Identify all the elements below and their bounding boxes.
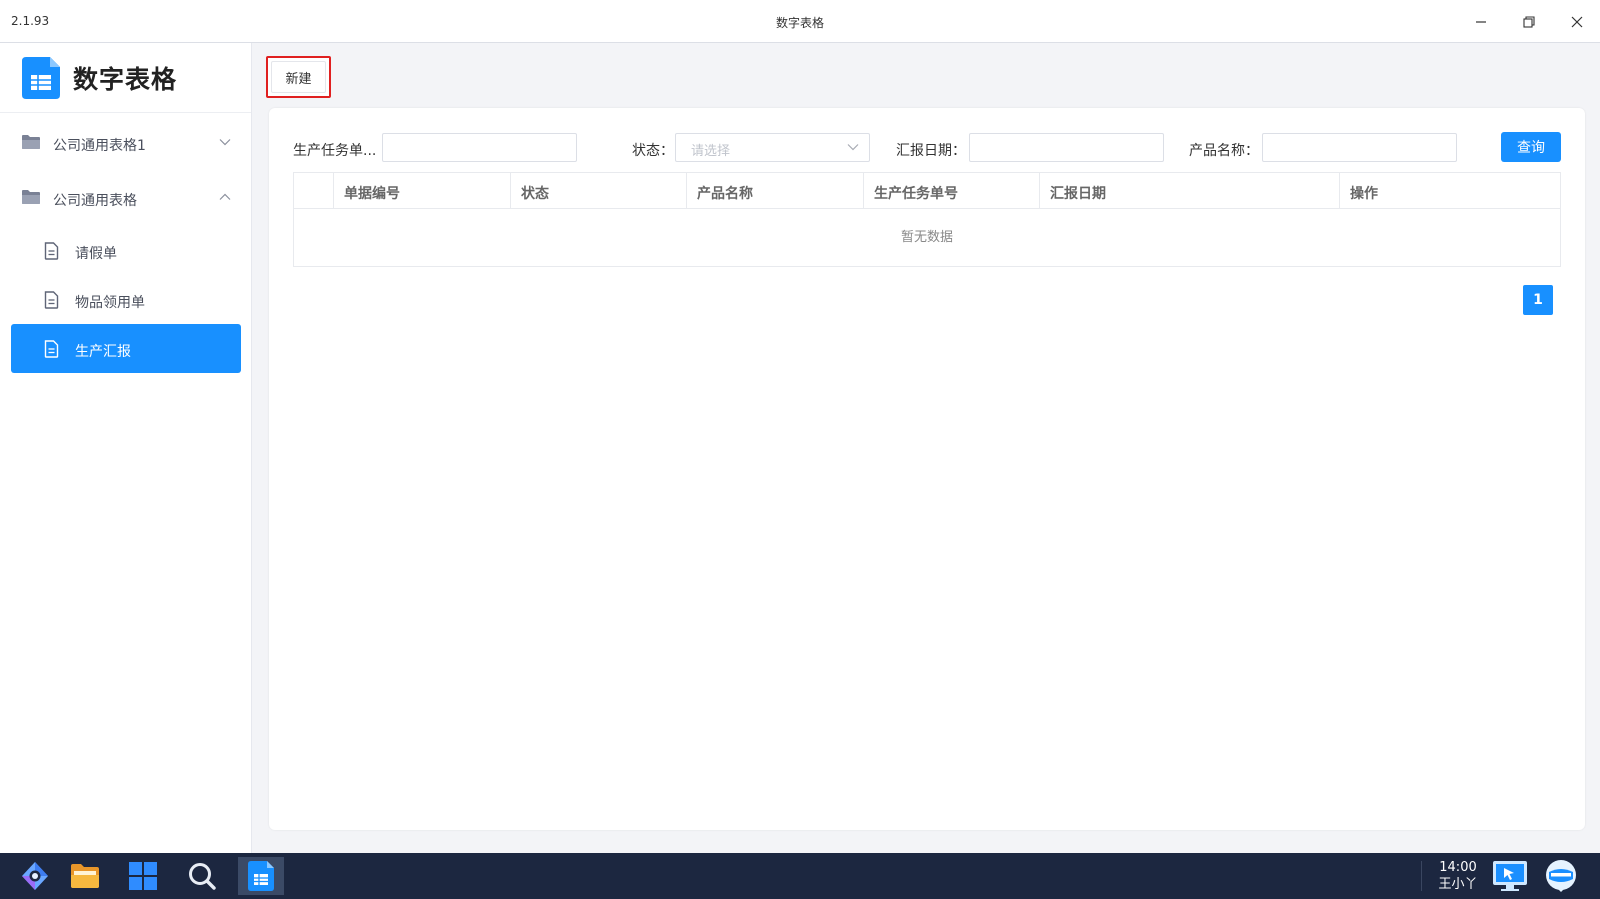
current-user-name: 王小丫: [1438, 877, 1478, 892]
spreadsheet-app-icon: [248, 861, 274, 891]
product-name-label: 产品名称：: [1189, 143, 1259, 159]
table-empty-text: 暂无数据: [900, 230, 953, 245]
main-content: 新建 生产任务单... 状态： 请选择 汇报日期： 产品名称： 查询 单据编号 …: [252, 43, 1600, 853]
document-icon: [44, 291, 59, 309]
brand-title: 数字表格: [73, 65, 178, 94]
data-table: 单据编号 状态 产品名称 生产任务单号 汇报日期 操作 暂无数据: [293, 172, 1561, 267]
column-header-task-number[interactable]: 生产任务单号: [863, 173, 1039, 208]
column-header-actions: 操作: [1339, 173, 1560, 208]
search-icon: [189, 863, 216, 890]
column-header-document-number[interactable]: 单据编号: [333, 173, 510, 208]
product-name-input[interactable]: [1262, 133, 1457, 162]
sidebar: 数字表格 公司通用表格1 公司通用表格 请假单 物品领用单 生产汇报: [0, 43, 252, 853]
restore-icon: [1523, 16, 1535, 28]
chat-bubble-icon: [1546, 860, 1576, 892]
document-icon: [44, 242, 59, 260]
chevron-down-icon: [847, 144, 859, 151]
report-date-input[interactable]: [969, 133, 1164, 162]
restore-button[interactable]: [1512, 8, 1546, 36]
taskbar-file-manager-button[interactable]: [62, 857, 108, 895]
document-icon: [44, 340, 59, 358]
menu-group-company-forms-1[interactable]: 公司通用表格1: [0, 117, 251, 169]
window-title: 数字表格: [775, 16, 824, 30]
task-number-input[interactable]: [382, 133, 577, 162]
close-icon: [1571, 16, 1583, 28]
taskbar-chat-button[interactable]: [1538, 857, 1584, 895]
sidebar-item-requisition-form[interactable]: 物品领用单: [11, 275, 241, 324]
report-date-label: 汇报日期：: [896, 143, 966, 159]
close-button[interactable]: [1560, 8, 1594, 36]
sidebar-item-label: 请假单: [75, 246, 117, 262]
folder-icon: [22, 135, 40, 149]
app-grid-icon: [129, 862, 157, 890]
brand-header: 数字表格: [0, 43, 251, 113]
minimize-icon: [1476, 21, 1486, 23]
sidebar-item-label: 物品领用单: [75, 295, 145, 311]
sidebar-item-label: 生产汇报: [75, 344, 131, 360]
taskbar-separator: [1421, 861, 1422, 891]
clock-time: 14:00: [1439, 860, 1477, 875]
taskbar-spreadsheet-app-button[interactable]: [238, 857, 284, 895]
spreadsheet-logo-icon: [22, 57, 60, 99]
sidebar-item-leave-form[interactable]: 请假单: [11, 226, 241, 275]
folder-icon: [71, 864, 99, 888]
column-header-report-date[interactable]: 汇报日期: [1039, 173, 1339, 208]
taskbar-remote-desktop-button[interactable]: [1487, 857, 1533, 895]
content-card: 生产任务单... 状态： 请选择 汇报日期： 产品名称： 查询 单据编号 状态 …: [269, 108, 1585, 830]
taskbar-search-button[interactable]: [179, 857, 225, 895]
minimize-button[interactable]: [1464, 8, 1498, 36]
taskbar-app-store-button[interactable]: [120, 857, 166, 895]
folder-icon: [22, 190, 40, 204]
chevron-up-icon: [219, 193, 231, 200]
table-header-checkbox-column: [294, 173, 333, 208]
sidebar-item-production-report[interactable]: 生产汇报: [11, 324, 241, 373]
menu-group-company-forms[interactable]: 公司通用表格: [0, 172, 251, 224]
status-select[interactable]: 请选择: [675, 133, 870, 162]
launcher-icon: [22, 862, 48, 890]
column-header-status[interactable]: 状态: [510, 173, 686, 208]
status-label: 状态：: [632, 143, 674, 159]
table-header: 单据编号 状态 产品名称 生产任务单号 汇报日期 操作: [294, 173, 1560, 209]
taskbar-launcher-button[interactable]: [12, 857, 58, 895]
taskbar-clock[interactable]: 14:00 王小丫: [1428, 859, 1488, 893]
chevron-down-icon: [219, 139, 231, 146]
query-button[interactable]: 查询: [1501, 132, 1561, 162]
title-bar: 2.1.93 数字表格: [0, 0, 1600, 43]
monitor-cursor-icon: [1493, 861, 1527, 891]
new-button-highlight: 新建: [266, 56, 331, 98]
menu-group-label: 公司通用表格: [53, 193, 137, 209]
task-number-label: 生产任务单...: [293, 143, 377, 159]
taskbar: 14:00 王小丫: [0, 853, 1600, 899]
pagination-page-button[interactable]: 1: [1523, 285, 1553, 315]
menu-group-label: 公司通用表格1: [53, 138, 146, 154]
new-button[interactable]: 新建: [271, 61, 326, 93]
column-header-product-name[interactable]: 产品名称: [686, 173, 863, 208]
status-select-placeholder: 请选择: [691, 144, 731, 159]
